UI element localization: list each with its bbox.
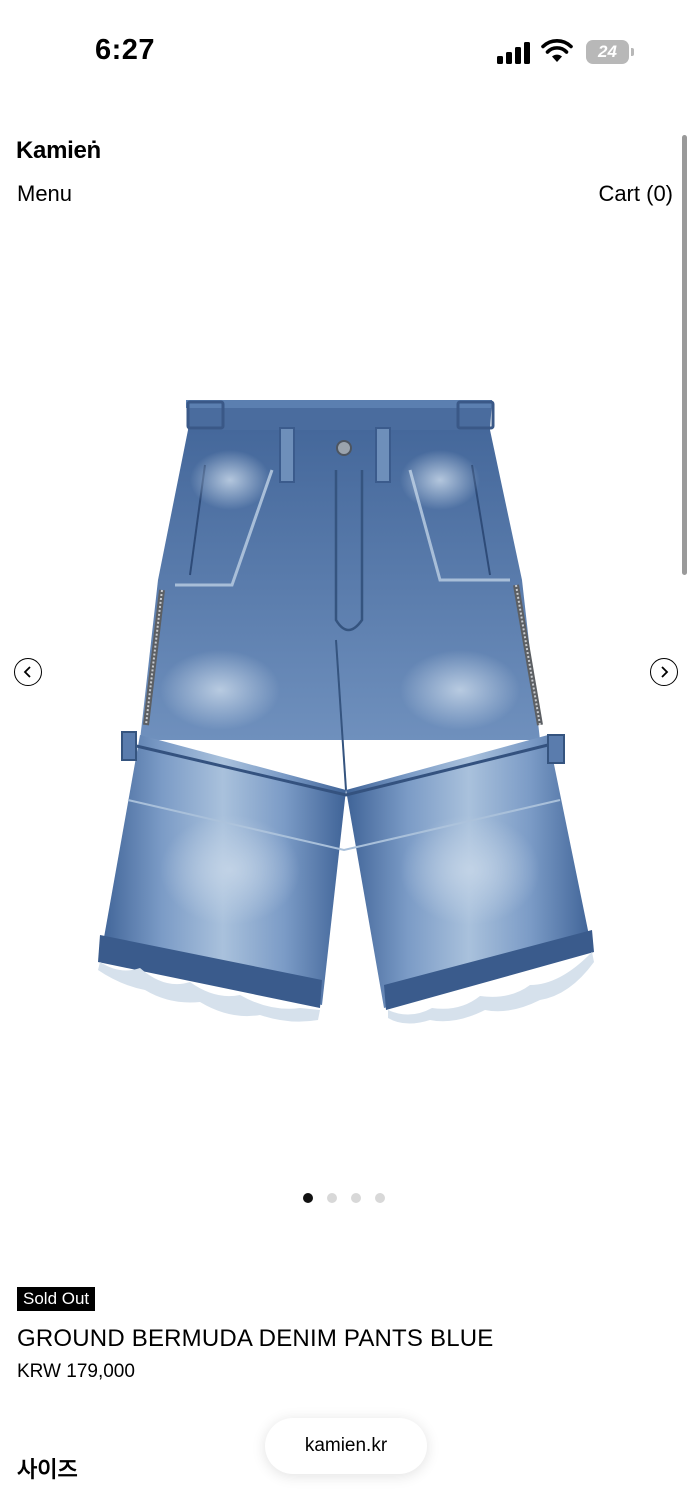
next-image-button[interactable] [650, 658, 678, 686]
status-bar: 6:27 24 [0, 0, 692, 100]
size-label: 사이즈 [17, 1457, 78, 1482]
product-title: GROUND BERMUDA DENIM PANTS BLUE [17, 1325, 494, 1352]
gallery-dot-1[interactable] [303, 1193, 313, 1203]
gallery-pagination [303, 1193, 385, 1203]
cart-button[interactable]: Cart (0) [598, 181, 673, 207]
denim-shorts-photo [98, 400, 594, 1024]
prev-image-button[interactable] [14, 658, 42, 686]
gallery-dot-3[interactable] [351, 1193, 361, 1203]
chevron-left-icon [23, 666, 31, 678]
status-time: 6:27 [95, 34, 156, 66]
menu-button[interactable]: Menu [17, 181, 72, 207]
cellular-signal-icon [497, 42, 531, 64]
battery-icon: 24 [586, 40, 634, 64]
battery-level: 24 [598, 42, 617, 61]
gallery-dot-2[interactable] [327, 1193, 337, 1203]
browser-url-bar[interactable]: kamien.kr [265, 1418, 427, 1474]
gallery-dot-4[interactable] [375, 1193, 385, 1203]
sold-out-badge: Sold Out [17, 1287, 96, 1311]
product-gallery[interactable] [0, 330, 692, 1050]
brand-logo[interactable]: Kamieṅ [16, 137, 101, 165]
url-text: kamien.kr [304, 1435, 388, 1456]
wifi-icon [541, 39, 573, 62]
product-price: KRW 179,000 [17, 1361, 135, 1382]
chevron-right-icon [661, 666, 669, 678]
